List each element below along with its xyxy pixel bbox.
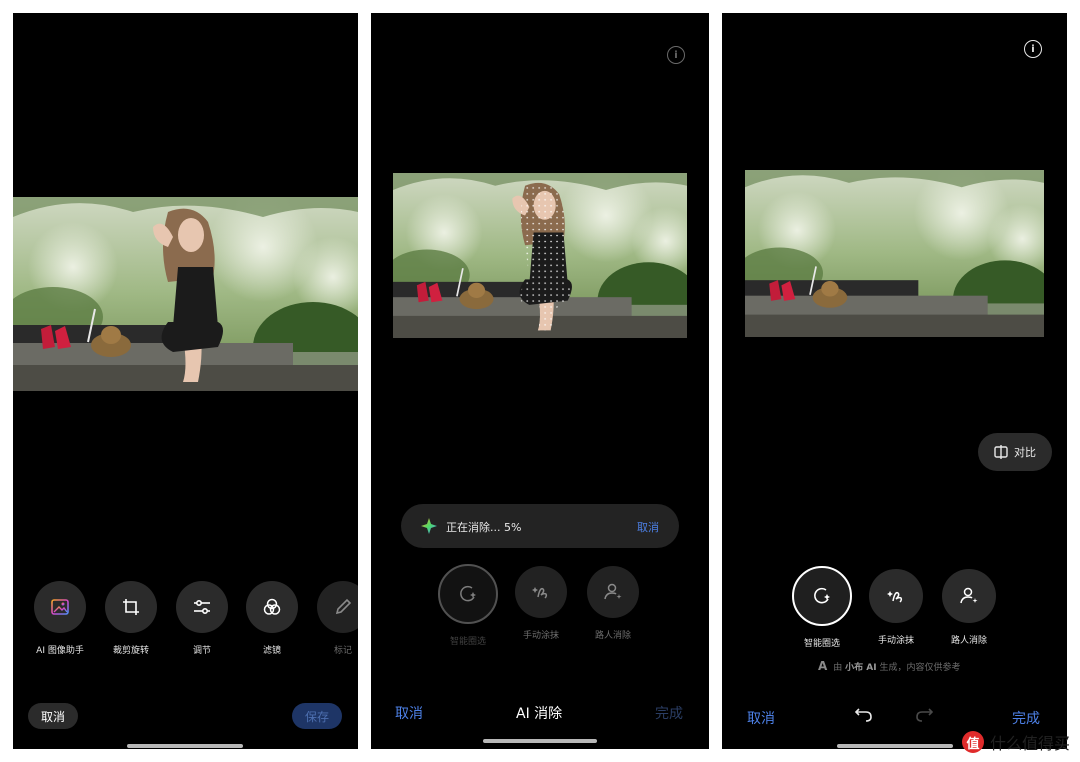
tool-smart-lasso[interactable]: 智能圈选 [438,564,498,647]
cancel-button[interactable]: 取消 [395,703,423,723]
person-remove-icon [942,569,996,623]
info-icon[interactable]: i [667,46,685,64]
brush-icon [869,569,923,623]
tool-label: 调节 [192,646,211,656]
tool-label: 智能圈选 [803,639,840,649]
info-icon[interactable]: i [1024,40,1042,58]
tool-ai-image-assistant[interactable]: AI 图像助手 [30,581,90,656]
tool-adjust[interactable]: 调节 [172,581,232,656]
tool-label: 裁剪旋转 [112,646,149,656]
ai-note-suffix: 生成，内容仅供参考 [876,662,961,673]
undo-icon [854,708,872,722]
smart-lasso-icon [792,566,852,626]
tool-smart-lasso[interactable]: 智能圈选 [792,566,852,649]
progress-text: 正在消除... 5% [446,521,522,534]
progress-bar: 正在消除... 5% 取消 [401,504,679,548]
markup-pen-icon [317,581,358,633]
tool-label: 手动涂抹 [522,631,559,641]
ai-disclaimer: A 由 小布 AI 生成，内容仅供参考 [818,659,961,673]
ai-logo-icon: A [818,659,828,673]
tool-label: 智能圈选 [449,637,486,647]
filter-icon [246,581,298,633]
site-watermark: 值 什么值得买 [961,730,1070,754]
watermark-text: 什么值得买 [989,734,1070,753]
tool-label: AI 图像助手 [36,646,84,656]
cancel-button[interactable]: 取消 [28,703,78,729]
cancel-button[interactable]: 取消 [747,708,775,728]
sparkle-icon [421,518,437,534]
watermark-logo: 值 [961,731,984,753]
tool-label: 手动涂抹 [877,636,914,646]
photo-preview [393,173,687,338]
editor-panel: AI 图像助手 裁剪旋转 调节 滤镜 标记 取消 保存 [13,13,358,749]
save-button[interactable]: 保存 [292,703,342,729]
home-indicator [483,739,597,743]
tool-label: 路人消除 [594,631,631,641]
photo-preview [13,197,358,391]
tool-manual-brush[interactable]: 手动涂抹 [511,566,571,641]
ai-note-prefix: 由 [833,662,846,673]
smart-lasso-icon [438,564,498,624]
brush-icon [515,566,567,618]
progress-cancel-button[interactable]: 取消 [637,519,659,535]
ai-note-brand: 小布 AI [845,662,877,673]
tool-passerby-remove[interactable]: 路人消除 [583,566,643,641]
home-indicator [837,744,953,748]
ai-erase-result-panel: i 对比 智能圈选 手动涂抹 路人消除 A 由 小布 AI 生成，内容仅供参考 … [722,13,1067,749]
compare-icon [994,445,1008,459]
done-button[interactable]: 完成 [655,703,683,723]
tool-label: 路人消除 [950,636,987,646]
home-indicator [127,744,243,748]
done-button[interactable]: 完成 [1012,708,1040,728]
photo-preview [745,170,1044,337]
undo-button[interactable] [854,707,874,727]
redo-icon [916,708,934,722]
compare-label: 对比 [1014,446,1036,459]
ai-image-icon [34,581,86,633]
redo-button[interactable] [914,707,934,727]
page-title: AI 消除 [516,706,563,722]
tool-label: 标记 [333,646,352,656]
crop-rotate-icon [105,581,157,633]
tool-crop-rotate[interactable]: 裁剪旋转 [101,581,161,656]
compare-button[interactable]: 对比 [978,433,1052,471]
ai-erase-processing-panel: i 正在消除... 5% 取消 智能圈选 手动涂抹 路人消除 取消 AI 消除 … [371,13,709,749]
tool-label: 滤镜 [262,646,281,656]
person-remove-icon [587,566,639,618]
tool-manual-brush[interactable]: 手动涂抹 [866,569,926,646]
tool-filter[interactable]: 滤镜 [242,581,302,656]
sliders-icon [176,581,228,633]
tool-markup[interactable]: 标记 [313,581,358,656]
tool-passerby-remove[interactable]: 路人消除 [939,569,999,646]
